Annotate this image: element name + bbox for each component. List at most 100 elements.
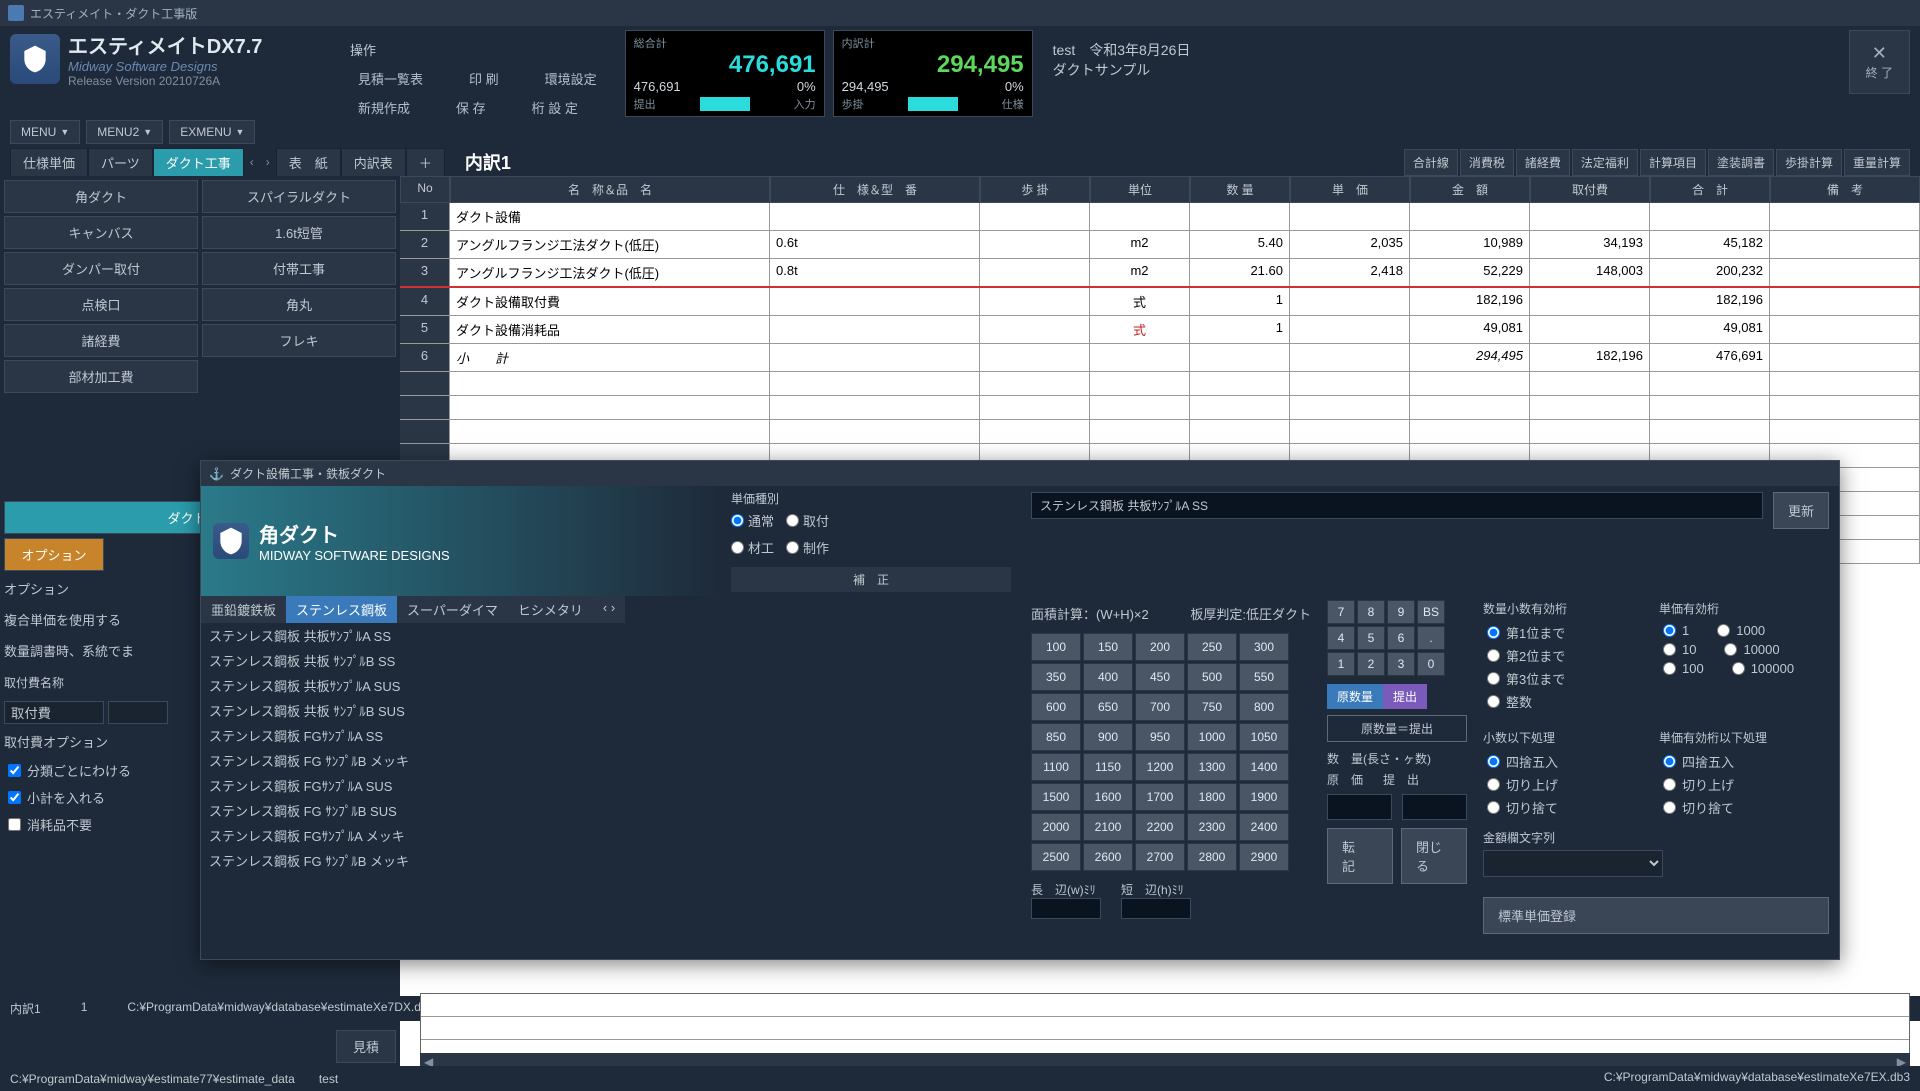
save-button[interactable]: 保 存 — [448, 94, 494, 121]
round-opt-0-0[interactable]: 四捨五入 — [1483, 750, 1653, 773]
side-点検口[interactable]: 点検口 — [4, 288, 198, 321]
table-row-empty[interactable] — [400, 372, 1920, 396]
table-row[interactable]: 5ダクト設備消耗品式149,08149,081 — [400, 316, 1920, 344]
close-button[interactable]: 閉じる — [1401, 828, 1467, 884]
std-register-button[interactable]: 標準単価登録 — [1483, 897, 1829, 934]
size-1400[interactable]: 1400 — [1239, 753, 1289, 781]
size-450[interactable]: 450 — [1135, 663, 1185, 691]
size-700[interactable]: 700 — [1135, 693, 1185, 721]
side-ダンパー取付[interactable]: ダンパー取付 — [4, 252, 198, 285]
install-name-input[interactable] — [4, 701, 104, 724]
func-重量計算[interactable]: 重量計算 — [1844, 149, 1910, 176]
side-部材加工費[interactable]: 部材加工費 — [4, 360, 198, 393]
size-2200[interactable]: 2200 — [1135, 813, 1185, 841]
size-300[interactable]: 300 — [1239, 633, 1289, 661]
mat-item[interactable]: ステンレス鋼板 共板 ｻﾝﾌﾟﾙB SUS — [201, 698, 721, 723]
key-5[interactable]: 5 — [1357, 626, 1385, 650]
table-row[interactable]: 2アングルフランジ工法ダクト(低圧)0.6tm25.402,03510,9893… — [400, 231, 1920, 259]
side-フレキ[interactable]: フレキ — [202, 324, 396, 357]
size-200[interactable]: 200 — [1135, 633, 1185, 661]
round-opt-0-2[interactable]: 切り捨て — [1483, 796, 1653, 819]
size-2700[interactable]: 2700 — [1135, 843, 1185, 871]
new-button[interactable]: 新規作成 — [350, 94, 418, 121]
height-input[interactable] — [1121, 898, 1191, 919]
side-スパイラルダクト[interactable]: スパイラルダクト — [202, 180, 396, 213]
size-1500[interactable]: 1500 — [1031, 783, 1081, 811]
size-1300[interactable]: 1300 — [1187, 753, 1237, 781]
consumable-input[interactable] — [108, 701, 168, 724]
size-1200[interactable]: 1200 — [1135, 753, 1185, 781]
option-button[interactable]: オプション — [4, 538, 104, 571]
width-input[interactable] — [1031, 898, 1101, 919]
size-350[interactable]: 350 — [1031, 663, 1081, 691]
round-opt-1-1[interactable]: 切り上げ — [1659, 773, 1829, 796]
digit-opt-1[interactable]: 第2位まで — [1483, 644, 1653, 667]
digit-opt-2[interactable]: 第3位まで — [1483, 667, 1653, 690]
size-400[interactable]: 400 — [1083, 663, 1133, 691]
size-750[interactable]: 750 — [1187, 693, 1237, 721]
size-900[interactable]: 900 — [1083, 723, 1133, 751]
digits-button[interactable]: 桁 設 定 — [524, 94, 586, 121]
size-1050[interactable]: 1050 — [1239, 723, 1289, 751]
side-諸経費[interactable]: 諸経費 — [4, 324, 198, 357]
key-.[interactable]: . — [1417, 626, 1445, 650]
price-opt-100[interactable]: 100 — [1659, 659, 1708, 678]
key-4[interactable]: 4 — [1327, 626, 1355, 650]
size-500[interactable]: 500 — [1187, 663, 1237, 691]
exit-button[interactable]: ✕ 終 了 — [1849, 30, 1910, 94]
func-消費税[interactable]: 消費税 — [1460, 149, 1514, 176]
tab-spec[interactable]: 仕様単価 — [10, 148, 88, 177]
radio-make[interactable]: 制作 — [786, 538, 829, 557]
tab-parts[interactable]: パーツ — [88, 148, 153, 177]
nav-next[interactable]: › — [260, 151, 276, 173]
menu-2[interactable]: MENU2▼ — [86, 120, 163, 144]
size-550[interactable]: 550 — [1239, 663, 1289, 691]
side-角丸[interactable]: 角丸 — [202, 288, 396, 321]
radio-normal[interactable]: 通常 — [731, 511, 774, 530]
func-合計線[interactable]: 合計線 — [1404, 149, 1458, 176]
size-2800[interactable]: 2800 — [1187, 843, 1237, 871]
price-opt-10000[interactable]: 10000 — [1720, 640, 1783, 659]
mat-item[interactable]: ステンレス鋼板 FGｻﾝﾌﾟﾙA SUS — [201, 773, 721, 798]
digit-opt-3[interactable]: 整数 — [1483, 690, 1653, 713]
func-諸経費[interactable]: 諸経費 — [1516, 149, 1570, 176]
size-2400[interactable]: 2400 — [1239, 813, 1289, 841]
key-BS[interactable]: BS — [1417, 600, 1445, 624]
tab-duct[interactable]: ダクト工事 — [153, 148, 244, 177]
size-100[interactable]: 100 — [1031, 633, 1081, 661]
table-row[interactable]: 4ダクト設備取付費式1182,196182,196 — [400, 288, 1920, 316]
size-1100[interactable]: 1100 — [1031, 753, 1081, 781]
mat-item[interactable]: ステンレス鋼板 FG ｻﾝﾌﾟﾙB メッキ — [201, 748, 721, 773]
mat-tab-nav[interactable]: ‹ › — [593, 596, 625, 623]
key-0[interactable]: 0 — [1417, 652, 1445, 676]
radio-material[interactable]: 材工 — [731, 538, 774, 557]
size-1800[interactable]: 1800 — [1187, 783, 1237, 811]
size-2500[interactable]: 2500 — [1031, 843, 1081, 871]
digit-opt-0[interactable]: 第1位まで — [1483, 621, 1653, 644]
mat-item[interactable]: ステンレス鋼板 共板ｻﾝﾌﾟﾙA SS — [201, 623, 721, 648]
size-2300[interactable]: 2300 — [1187, 813, 1237, 841]
size-850[interactable]: 850 — [1031, 723, 1081, 751]
table-row[interactable]: 6小 計294,495182,196476,691 — [400, 344, 1920, 372]
amount-str-select[interactable] — [1483, 850, 1663, 877]
size-950[interactable]: 950 — [1135, 723, 1185, 751]
mat-item[interactable]: ステンレス鋼板 FG ｻﾝﾌﾟﾙB メッキ — [201, 848, 721, 873]
size-1150[interactable]: 1150 — [1083, 753, 1133, 781]
size-2600[interactable]: 2600 — [1083, 843, 1133, 871]
list-button[interactable]: 見積一覧表 — [350, 65, 431, 92]
table-row-empty[interactable] — [400, 420, 1920, 444]
size-1600[interactable]: 1600 — [1083, 783, 1133, 811]
side-キャンバス[interactable]: キャンバス — [4, 216, 198, 249]
mat-tab-1[interactable]: ステンレス鋼板 — [286, 596, 397, 623]
key-1[interactable]: 1 — [1327, 652, 1355, 676]
key-9[interactable]: 9 — [1387, 600, 1415, 624]
side-角ダクト[interactable]: 角ダクト — [4, 180, 198, 213]
key-7[interactable]: 7 — [1327, 600, 1355, 624]
key-6[interactable]: 6 — [1387, 626, 1415, 650]
menu-1[interactable]: MENU▼ — [10, 120, 80, 144]
side-1.6t短管[interactable]: 1.6t短管 — [202, 216, 396, 249]
menu-3[interactable]: EXMENU▼ — [169, 120, 255, 144]
func-法定福利[interactable]: 法定福利 — [1572, 149, 1638, 176]
nav-prev[interactable]: ‹ — [244, 151, 260, 173]
mat-item[interactable]: ステンレス鋼板 FGｻﾝﾌﾟﾙA メッキ — [201, 823, 721, 848]
